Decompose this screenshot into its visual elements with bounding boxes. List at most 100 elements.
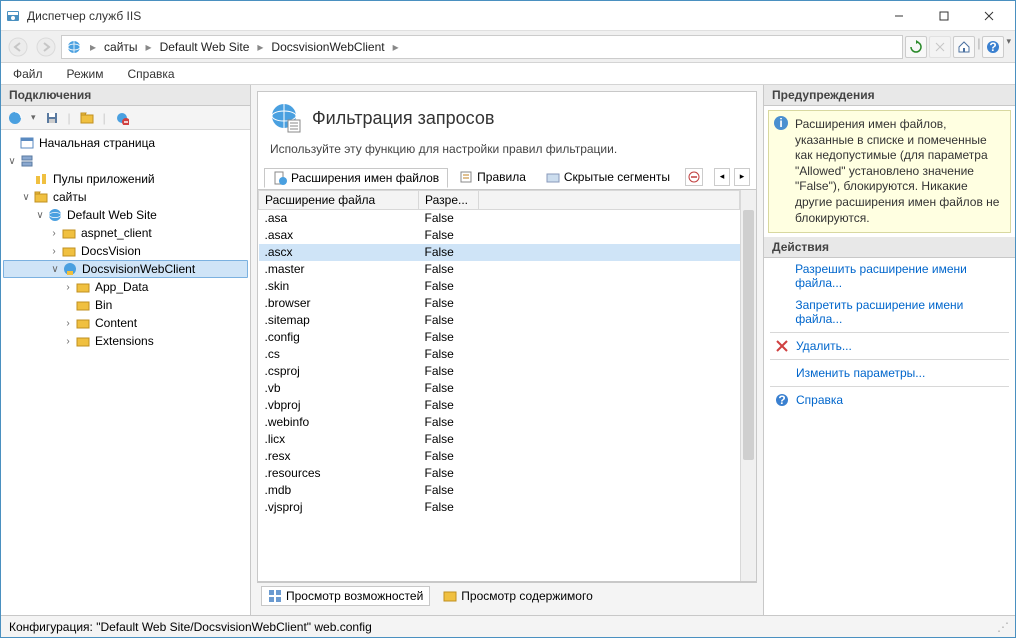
window-title: Диспетчер служб IIS: [27, 9, 876, 23]
table-row[interactable]: .mdbFalse: [259, 482, 740, 499]
table-row[interactable]: .licxFalse: [259, 431, 740, 448]
alerts-title: Предупреждения: [764, 85, 1015, 106]
table-row[interactable]: .csFalse: [259, 346, 740, 363]
table-row[interactable]: .masterFalse: [259, 261, 740, 278]
tree-label: Bin: [95, 298, 112, 312]
connect-icon[interactable]: [5, 108, 25, 128]
table-row[interactable]: .asaFalse: [259, 210, 740, 227]
table-row[interactable]: .configFalse: [259, 329, 740, 346]
tree-bin[interactable]: Bin: [3, 296, 248, 314]
tree-label: DocsvisionWebClient: [82, 262, 195, 276]
action-label: Изменить параметры...: [796, 366, 925, 380]
tab-icon: [273, 171, 287, 185]
table-row[interactable]: .browserFalse: [259, 295, 740, 312]
tab-hidden-segments[interactable]: Скрытые сегменты: [537, 167, 679, 186]
home-button[interactable]: [953, 36, 975, 58]
tree-label: Default Web Site: [67, 208, 157, 222]
server-icon: [19, 153, 35, 169]
save-icon[interactable]: [42, 108, 62, 128]
stop-button[interactable]: [929, 36, 951, 58]
tree-docsvision[interactable]: ›DocsVision: [3, 242, 248, 260]
action-deny-extension[interactable]: Запретить расширение имени файла...: [764, 294, 1015, 330]
col-allowed[interactable]: Разре...: [419, 191, 479, 210]
close-button[interactable]: [966, 2, 1011, 30]
folder-icon: [75, 279, 91, 295]
table-row[interactable]: .sitemapFalse: [259, 312, 740, 329]
table-row[interactable]: .vbFalse: [259, 380, 740, 397]
button-label: Просмотр возможностей: [286, 589, 423, 603]
resize-grip-icon[interactable]: ⋰: [997, 620, 1007, 634]
feature-header: Фильтрация запросов: [258, 92, 756, 138]
tabs-bar: Расширения имен файлов Правила Скрытые с…: [258, 164, 756, 190]
action-help[interactable]: ?Справка: [764, 389, 1015, 411]
title-bar: Диспетчер служб IIS: [1, 1, 1015, 31]
table-row[interactable]: .skinFalse: [259, 278, 740, 295]
extensions-grid[interactable]: Расширение файла Разре... .asaFalse.asax…: [258, 190, 740, 581]
up-level-icon[interactable]: [77, 108, 97, 128]
folder-icon: [61, 225, 77, 241]
connections-title: Подключения: [1, 85, 250, 106]
tree-extensions[interactable]: ›Extensions: [3, 332, 248, 350]
tree-docsvision-webclient[interactable]: ∨DocsvisionWebClient: [3, 260, 248, 278]
maximize-button[interactable]: [921, 2, 966, 30]
refresh-button[interactable]: [905, 36, 927, 58]
tree-label: DocsVision: [81, 244, 141, 258]
start-page-icon: [19, 135, 35, 151]
iis-app-icon: [5, 8, 21, 24]
action-label: Удалить...: [796, 339, 852, 353]
tab-label: Правила: [477, 170, 526, 184]
table-row[interactable]: .webinfoFalse: [259, 414, 740, 431]
table-row[interactable]: .csprojFalse: [259, 363, 740, 380]
actions-list: Разрешить расширение имени файла... Запр…: [764, 258, 1015, 615]
tree-default-web-site[interactable]: ∨Default Web Site: [3, 206, 248, 224]
menu-file[interactable]: Файл: [9, 65, 47, 83]
menu-mode[interactable]: Режим: [63, 65, 108, 83]
address-box[interactable]: ▸ сайты ▸ Default Web Site ▸ DocsvisionW…: [61, 35, 903, 59]
breadcrumb-root[interactable]: сайты: [100, 40, 142, 54]
tree-label: Content: [95, 316, 137, 330]
table-row[interactable]: .ascxFalse: [259, 244, 740, 261]
action-allow-extension[interactable]: Разрешить расширение имени файла...: [764, 258, 1015, 294]
right-panel: Предупреждения i Расширения имен файлов,…: [763, 85, 1015, 615]
tab-file-extensions[interactable]: Расширения имен файлов: [264, 168, 448, 188]
tab-rules[interactable]: Правила: [450, 167, 535, 186]
tree-start-page[interactable]: Начальная страница: [3, 134, 248, 152]
delete-connection-icon[interactable]: [112, 108, 132, 128]
status-text: Конфигурация: "Default Web Site/Docsvisi…: [9, 620, 372, 634]
center-panel: Фильтрация запросов Используйте эту функ…: [251, 85, 763, 615]
table-row[interactable]: .vjsprojFalse: [259, 499, 740, 516]
feature-description: Используйте эту функцию для настройки пр…: [258, 138, 756, 164]
table-row[interactable]: .resourcesFalse: [259, 465, 740, 482]
tabs-scroll-left[interactable]: ◂: [714, 168, 730, 186]
back-button[interactable]: [5, 34, 31, 60]
forward-button[interactable]: [33, 34, 59, 60]
action-delete[interactable]: Удалить...: [764, 335, 1015, 357]
col-extension[interactable]: Расширение файла: [259, 191, 419, 210]
help-button[interactable]: ?: [982, 36, 1004, 58]
tree-sites[interactable]: ∨сайты: [3, 188, 248, 206]
tree-server[interactable]: ∨: [3, 152, 248, 170]
content-view-button[interactable]: Просмотр содержимого: [436, 586, 599, 606]
tree-aspnet-client[interactable]: ›aspnet_client: [3, 224, 248, 242]
table-row[interactable]: .resxFalse: [259, 448, 740, 465]
chevron-right-icon: ▸: [146, 40, 152, 54]
button-label: Просмотр содержимого: [461, 589, 592, 603]
table-row[interactable]: .vbprojFalse: [259, 397, 740, 414]
tree-content[interactable]: ›Content: [3, 314, 248, 332]
menu-bar: Файл Режим Справка: [1, 63, 1015, 85]
chevron-right-icon: ▸: [393, 40, 399, 54]
chevron-right-icon: ▸: [90, 40, 96, 54]
features-view-button[interactable]: Просмотр возможностей: [261, 586, 430, 606]
breadcrumb-app[interactable]: DocsvisionWebClient: [267, 40, 388, 54]
grid-scrollbar[interactable]: [740, 190, 756, 581]
tab-overflow-icon[interactable]: [685, 168, 703, 186]
globe-icon: [47, 207, 63, 223]
table-row[interactable]: .asaxFalse: [259, 227, 740, 244]
tabs-scroll-right[interactable]: ▸: [734, 168, 750, 186]
tree-app-data[interactable]: ›App_Data: [3, 278, 248, 296]
breadcrumb-site[interactable]: Default Web Site: [156, 40, 254, 54]
minimize-button[interactable]: [876, 2, 921, 30]
menu-help[interactable]: Справка: [124, 65, 179, 83]
tree-app-pools[interactable]: Пулы приложений: [3, 170, 248, 188]
action-edit-settings[interactable]: Изменить параметры...: [764, 362, 1015, 384]
